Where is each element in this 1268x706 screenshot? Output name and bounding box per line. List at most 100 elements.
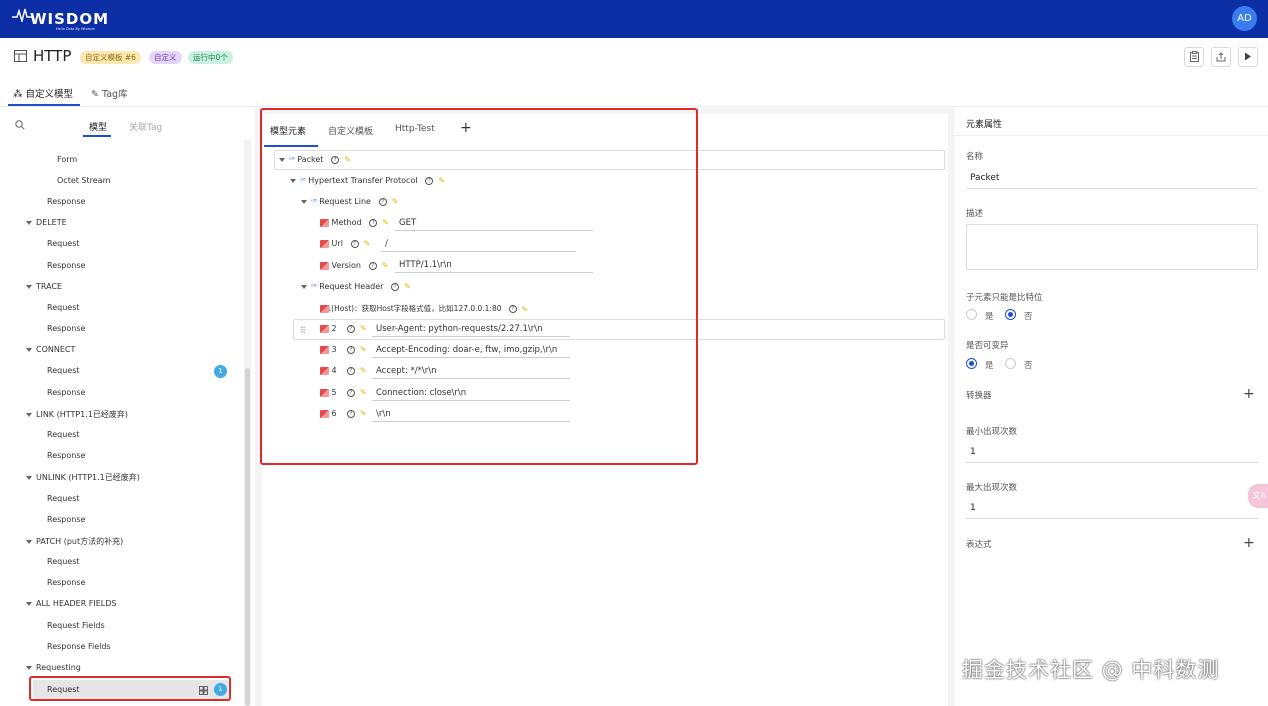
caret-down-icon[interactable] [26, 475, 32, 480]
search-icon[interactable] [15, 120, 25, 130]
tree-item-link[interactable]: LINK (HTTP1.1已经废弃) [26, 409, 128, 420]
play-icon [1245, 52, 1251, 61]
bits-only-yes-radio[interactable] [966, 309, 977, 320]
bits-only-yes-label: 是 [985, 312, 994, 322]
tree-item-label: TRACE [36, 282, 63, 291]
template-badge: 自定义模板 #6 [80, 51, 141, 64]
tab-custom-model[interactable]: ⁂ 自定义模型 [13, 86, 73, 100]
caret-down-icon[interactable] [26, 665, 32, 670]
tree-item-delete[interactable]: DELETE [26, 218, 67, 227]
tab-tag-library-label: Tag库 [102, 89, 128, 100]
tree-item-response-fields[interactable]: Response Fields [47, 642, 111, 651]
pin-icon: ✎ [91, 89, 99, 100]
tree-item-request[interactable]: Request [47, 303, 80, 312]
left-scrollbar-thumb[interactable] [245, 368, 250, 706]
mutable-no-radio[interactable] [1005, 358, 1016, 369]
tree-item-trace[interactable]: TRACE [26, 282, 62, 291]
tree-item-label: CONNECT [36, 345, 76, 354]
caret-down-icon[interactable] [26, 284, 32, 289]
tree-item-request[interactable]: Request [47, 430, 80, 439]
converter-label: 转换器 [966, 391, 992, 401]
properties-title: 元素属性 [966, 120, 1003, 130]
export-icon [1216, 51, 1226, 61]
tree-item-requesting[interactable]: Requesting [26, 663, 81, 672]
tab-related-tag[interactable]: 关联Tag [129, 120, 162, 133]
tree-item-response[interactable]: Response [47, 324, 85, 333]
top-tabs [0, 80, 1268, 107]
caret-down-icon[interactable] [26, 347, 32, 352]
run-button[interactable] [1238, 47, 1258, 67]
page-title: HTTP [33, 47, 72, 65]
expression-label: 表达式 [966, 540, 992, 550]
description-textarea[interactable] [966, 224, 1258, 270]
model-icon: ⁂ [13, 89, 23, 100]
tree-item-label: DELETE [36, 218, 67, 227]
translate-float-button[interactable]: 文A [1248, 484, 1268, 508]
tree-item-response[interactable]: Response [47, 261, 85, 270]
highlight-box-left [29, 676, 231, 701]
top-bar [0, 0, 1268, 38]
layout-icon [14, 50, 27, 62]
add-expression-icon[interactable]: + [1243, 536, 1255, 550]
tree-item-label: UNLINK (HTTP1.1已经废弃) [36, 473, 140, 482]
max-occurs-input[interactable]: 1 [966, 497, 1258, 519]
clipboard-button[interactable] [1184, 47, 1204, 67]
watermark: 掘金技术社区 @ 中科数测 [962, 658, 1220, 682]
tab-active-indicator [8, 104, 80, 106]
bits-only-label: 子元素只能是比特位 [966, 293, 1043, 303]
tree-item-response[interactable]: Response [47, 388, 85, 397]
custom-badge: 自定义 [149, 51, 182, 64]
tree-item-response[interactable]: Response [47, 451, 85, 460]
tab-model-indicator [83, 135, 111, 137]
tab-model[interactable]: 模型 [89, 120, 107, 133]
tab-custom-model-label: 自定义模型 [25, 89, 74, 100]
tree-item-response[interactable]: Response [47, 197, 85, 206]
tree-item-unlink[interactable]: UNLINK (HTTP1.1已经废弃) [26, 472, 140, 483]
mutable-yes-label: 是 [985, 361, 994, 371]
count-badge: 1 [214, 365, 227, 378]
properties-panel [953, 108, 1268, 706]
description-label: 描述 [966, 209, 984, 219]
name-input[interactable]: Packet [966, 167, 1258, 189]
tree-item-request[interactable]: Request [47, 494, 80, 503]
tree-item-form[interactable]: Form [57, 155, 77, 164]
logo-text: WISDOM [30, 10, 110, 28]
mutable-label: 是否可变异 [966, 341, 1009, 351]
add-converter-icon[interactable]: + [1243, 387, 1255, 401]
mutable-yes-radio[interactable] [966, 358, 977, 369]
min-occurs-input[interactable]: 1 [966, 441, 1258, 463]
bits-only-no-radio[interactable] [1005, 309, 1016, 320]
caret-down-icon[interactable] [26, 412, 32, 417]
mutable-no-label: 否 [1024, 361, 1033, 371]
highlight-box-middle [260, 108, 698, 465]
tree-item-patch[interactable]: PATCH (put方法的补充) [26, 536, 123, 547]
left-panel [0, 108, 255, 706]
tree-item-octet-stream[interactable]: Octet Stream [57, 176, 110, 185]
user-avatar[interactable]: AD [1232, 6, 1257, 31]
clipboard-icon [1189, 51, 1199, 62]
tree-item-all-header-fields[interactable]: ALL HEADER FIELDS [26, 599, 117, 608]
min-occurs-label: 最小出现次数 [966, 427, 1018, 437]
tree-item-label: LINK (HTTP1.1已经废弃) [36, 410, 129, 419]
max-occurs-label: 最大出现次数 [966, 483, 1018, 493]
tree-item-request-fields[interactable]: Request Fields [47, 621, 105, 630]
tree-item-label: PATCH (put方法的补充) [36, 537, 124, 546]
tree-item-response[interactable]: Response [47, 578, 85, 587]
tree-item-request[interactable]: Request [47, 366, 80, 375]
tree-item-label: Requesting [36, 663, 81, 672]
name-label: 名称 [966, 152, 984, 162]
properties-divider [953, 135, 1268, 136]
tree-item-request[interactable]: Request [47, 557, 80, 566]
tree-item-request[interactable]: Request [47, 239, 80, 248]
tree-item-response[interactable]: Response [47, 515, 85, 524]
tree-item-connect[interactable]: CONNECT [26, 345, 75, 354]
export-button[interactable] [1211, 47, 1231, 67]
logo-subtitle: Hello Data By Wisdom [56, 27, 95, 31]
caret-down-icon[interactable] [26, 220, 32, 225]
bits-only-no-label: 否 [1024, 312, 1033, 322]
app-logo[interactable]: WISDOM Hello Data By Wisdom [12, 6, 122, 32]
running-badge: 运行中0个 [188, 51, 233, 64]
caret-down-icon[interactable] [26, 539, 32, 544]
caret-down-icon[interactable] [26, 601, 32, 606]
tab-tag-library[interactable]: ✎ Tag库 [91, 86, 128, 100]
